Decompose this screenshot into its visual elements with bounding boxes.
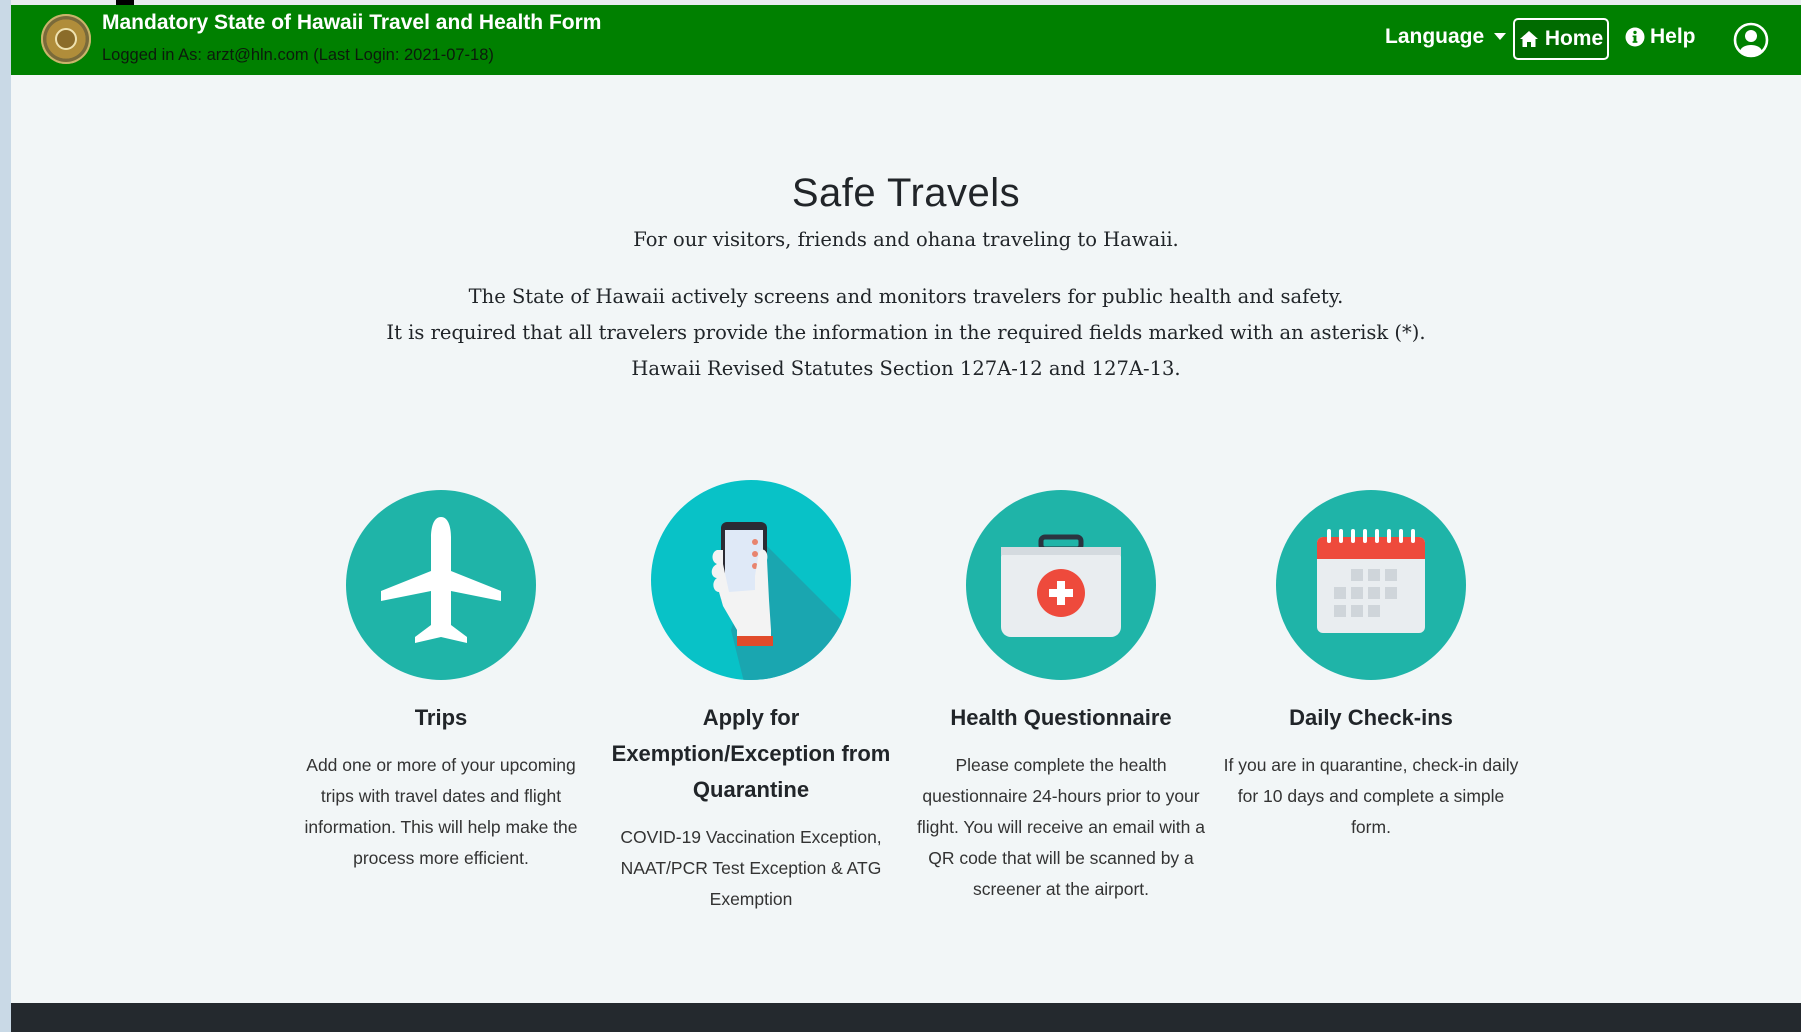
daily-checkins-card[interactable]: Daily Check-ins If you are in quarantine…: [1221, 475, 1521, 843]
page: Mandatory State of Hawaii Travel and Hea…: [0, 0, 1801, 1032]
card-description: Add one or more of your upcoming trips w…: [304, 755, 578, 868]
calendar-icon: [1276, 490, 1466, 680]
help-label: Help: [1650, 25, 1696, 48]
card-description: COVID-19 Vaccination Exception, NAAT/PCR…: [620, 827, 882, 909]
page-subtitle: For our visitors, friends and ohana trav…: [633, 228, 1179, 251]
intro-line-3: Hawaii Revised Statutes Section 127A-12 …: [631, 357, 1181, 380]
page-title: Safe Travels: [791, 171, 1021, 215]
first-aid-kit-icon: [966, 490, 1156, 680]
window-edge: [0, 0, 11, 1032]
card-description: Please complete the health questionnaire…: [917, 755, 1205, 899]
phone-in-hand-icon: [651, 480, 851, 680]
navbar: Mandatory State of Hawaii Travel and Hea…: [11, 5, 1801, 75]
help-link[interactable]: Help: [1625, 25, 1696, 49]
intro-line-1: The State of Hawaii actively screens and…: [468, 285, 1344, 308]
home-label: Home: [1544, 27, 1604, 50]
language-dropdown[interactable]: Language: [1385, 25, 1507, 49]
info-icon: [1625, 27, 1645, 47]
health-questionnaire-card[interactable]: Health Questionnaire Please complete the…: [911, 475, 1211, 905]
intro-line-2: It is required that all travelers provid…: [386, 321, 1426, 344]
home-icon: [1519, 31, 1538, 47]
airplane-icon: [346, 490, 536, 680]
card-title: Daily Check-ins: [1289, 705, 1453, 730]
seal-center: [55, 28, 77, 50]
caret-down-icon: [1494, 33, 1507, 40]
exemption-card[interactable]: Apply for Exemption/Exception from Quara…: [601, 475, 901, 915]
user-account-icon[interactable]: [1733, 22, 1769, 58]
state-seal-logo[interactable]: [41, 14, 91, 64]
card-title: Health Questionnaire: [950, 705, 1172, 730]
logged-in-status: Logged in As: arzt@hln.com (Last Login: …: [102, 46, 494, 64]
home-button[interactable]: Home: [1513, 18, 1609, 60]
app-title[interactable]: Mandatory State of Hawaii Travel and Hea…: [102, 11, 601, 35]
language-label: Language: [1385, 25, 1485, 48]
card-description: If you are in quarantine, check-in daily…: [1223, 755, 1519, 837]
card-title: Trips: [414, 705, 468, 730]
footer: [11, 1003, 1801, 1032]
card-title: Apply for Exemption/Exception from Quara…: [611, 705, 891, 802]
trips-card[interactable]: Trips Add one or more of your upcoming t…: [291, 475, 591, 874]
